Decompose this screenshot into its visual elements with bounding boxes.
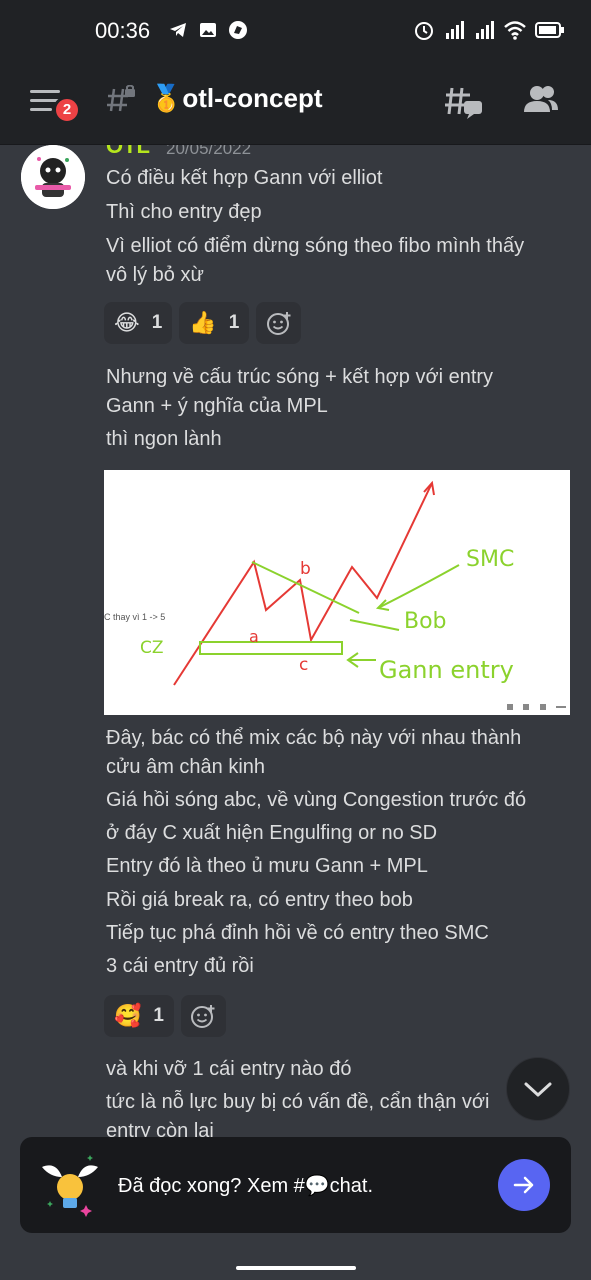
message-line: Có điều kết hợp Gann với elliot [106,167,383,189]
add-emoji-icon [191,1005,215,1028]
message-line: và khi vỡ 1 cái entry nào đó [106,1058,352,1080]
thumbs-up-emoji-icon: 👍 [189,310,217,335]
sketch-note: C thay vì 1 -> 5 [104,612,165,622]
status-bar: 00:36 [0,0,591,60]
notification-icons [168,20,248,40]
message-line: Gann + ý nghĩa của MPL [106,395,328,417]
signal-icon-2 [476,21,494,39]
smiling-hearts-emoji-icon: 🥰 [114,1003,142,1028]
reaction-bar: 🥰 1 [104,995,226,1037]
message-line: vô lý bỏ xừ [106,264,204,286]
label-bob: Bob [404,609,447,634]
members-icon[interactable] [523,84,559,116]
add-reaction-button[interactable] [256,302,302,344]
label-gann-entry: Gann entry [379,656,514,684]
message-timestamp: 20/05/2022 [166,145,252,158]
add-emoji-icon [266,312,291,335]
label-cz: CZ [140,638,164,658]
read-complete-banner: Đã đọc xong? Xem #💬chat. [20,1137,571,1233]
alarm-icon [415,22,433,40]
go-to-channel-button[interactable] [498,1159,550,1211]
locked-channel-icon [107,85,135,112]
message-line: Nhưng về cấu trúc sóng + kết hợp với ent… [106,366,494,388]
image-attachment[interactable]: C thay vì 1 -> 5 CZ a b c SMC Bob Gann e… [104,470,570,715]
image-toolbar-icons [507,704,566,710]
reaction-count: 1 [153,1005,164,1026]
message-line: Entry đó là theo ủ mưu Gann + MPL [106,855,428,877]
astronaut-avatar-icon [21,145,85,209]
message-line: 3 cái entry đủ rồi [106,955,254,977]
message-line: Rồi giá break ra, có entry theo bob [106,889,413,911]
home-indicator[interactable] [236,1266,356,1270]
label-a: a [249,627,259,646]
hand-drawn-wave-sketch: C thay vì 1 -> 5 CZ a b c SMC Bob Gann e… [104,480,566,710]
jump-to-bottom-button[interactable] [506,1057,570,1121]
label-smc: SMC [466,547,514,572]
add-reaction-button[interactable] [180,995,226,1037]
unread-badge: 2 [53,96,81,124]
signal-icon [446,21,464,39]
reaction-thumbs-up[interactable]: 👍 1 [179,302,250,344]
reaction-laugh[interactable]: 😂 1 [104,302,173,344]
laugh-emoji-icon: 😂 [114,310,140,335]
telegram-icon [170,23,186,37]
threads-icon[interactable] [444,84,484,120]
message-line: tức là nỗ lực buy bị có vấn đề, cẩn thận… [106,1091,490,1113]
message-line: Thì cho entry đẹp [106,201,262,223]
chevron-down-icon [524,1082,552,1097]
status-time: 00:36 [95,18,151,43]
message-list[interactable]: OTL 20/05/2022 Có điều kết hợp Gann với … [0,145,591,1140]
avatar[interactable] [21,145,85,209]
bob-arrow [349,619,400,631]
reaction-count: 1 [151,312,163,333]
message-author[interactable]: OTL [106,145,150,159]
label-b: b [300,559,311,579]
winged-lightbulb-icon [42,1155,98,1217]
message-line: Đây, bác có thể mix các bộ này với nhau … [106,727,522,749]
message-line: Tiếp tục phá đỉnh hồi về có entry theo S… [106,922,489,944]
arrow-right-icon [513,1176,534,1194]
gallery-icon [200,23,216,37]
banner-text[interactable]: Đã đọc xong? Xem #💬chat. [118,1173,373,1198]
message-line: Vì elliot có điểm dừng sóng theo fibo mì… [106,235,525,257]
message-line: thì ngon lành [106,428,222,450]
reaction-bar: 😂 1 👍 1 [104,302,302,344]
message-line: Giá hồi sóng abc, về vùng Congestion trư… [106,789,527,811]
reaction-count: 1 [228,312,240,333]
congestion-zone [199,641,343,655]
wifi-icon [504,21,526,40]
channel-name[interactable]: 🥇otl-concept [150,83,322,114]
label-c: c [299,655,308,675]
message-line: ở đáy C xuất hiện Engulfing or no SD [106,822,438,844]
battery-icon [535,22,564,38]
app-icon [229,21,247,39]
reaction-love[interactable]: 🥰 1 [104,995,174,1037]
message-line: cửu âm chân kinh [106,756,266,778]
system-icons [413,19,565,41]
